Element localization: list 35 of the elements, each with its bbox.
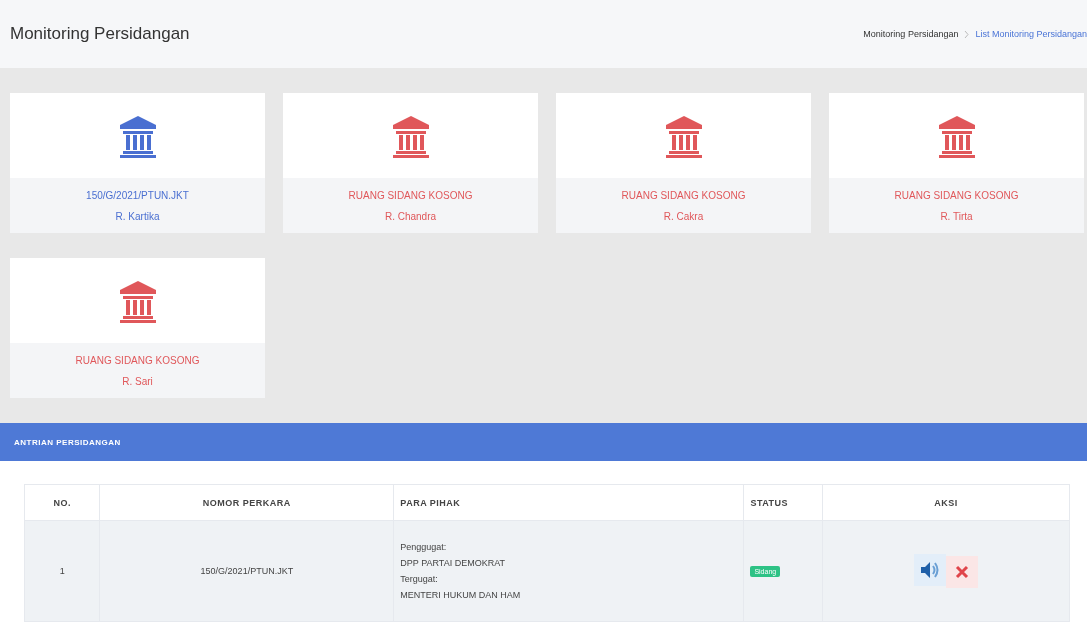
column-header: PARA PIHAK (393, 484, 744, 521)
table-cell: 1 (24, 520, 100, 622)
courthouse-icon (117, 113, 158, 158)
case-number: RUANG SIDANG KOSONG (621, 189, 746, 201)
case-number: RUANG SIDANG KOSONG (894, 189, 1019, 201)
breadcrumb-link[interactable]: Monitoring Persidangan (863, 29, 959, 39)
courthouse-icon (117, 278, 158, 323)
room-name: R. Tirta (940, 210, 973, 222)
column-header: AKSI (822, 484, 1070, 521)
close-icon (955, 565, 970, 579)
delete-button[interactable] (946, 556, 979, 588)
section-title: ANTRIAN PERSIDANGAN (14, 437, 121, 447)
page-title: Monitoring Persidangan (10, 24, 190, 44)
table-cell: 150/G/2021/PTUN.JKT (99, 520, 394, 622)
party-text: DPP PARTAI DEMOKRAT (400, 558, 506, 568)
chevron-icon (964, 29, 970, 39)
room-name: R. Chandra (384, 210, 437, 222)
courthouse-icon (390, 113, 431, 158)
speaker-icon (920, 561, 941, 579)
room-name: R. Cakra (663, 210, 704, 222)
courthouse-icon (663, 113, 704, 158)
column-header: STATUS (743, 484, 823, 521)
case-number: RUANG SIDANG KOSONG (75, 354, 200, 366)
party-text: MENTERI HUKUM DAN HAM (400, 590, 522, 600)
case-number: 150/G/2021/PTUN.JKT (86, 189, 189, 201)
room-name: R. Kartika (115, 210, 160, 222)
breadcrumb-link[interactable]: List Monitoring Persidangan (975, 29, 1087, 39)
party-text: Tergugat: (400, 574, 439, 584)
column-header: NOMOR PERKARA (99, 484, 394, 521)
column-header: NO. (24, 484, 100, 521)
speak-button[interactable] (914, 554, 947, 586)
case-number: RUANG SIDANG KOSONG (348, 189, 473, 201)
room-name: R. Sari (122, 375, 153, 387)
party-text: Penggugat: (400, 542, 448, 552)
courthouse-icon (936, 113, 977, 158)
